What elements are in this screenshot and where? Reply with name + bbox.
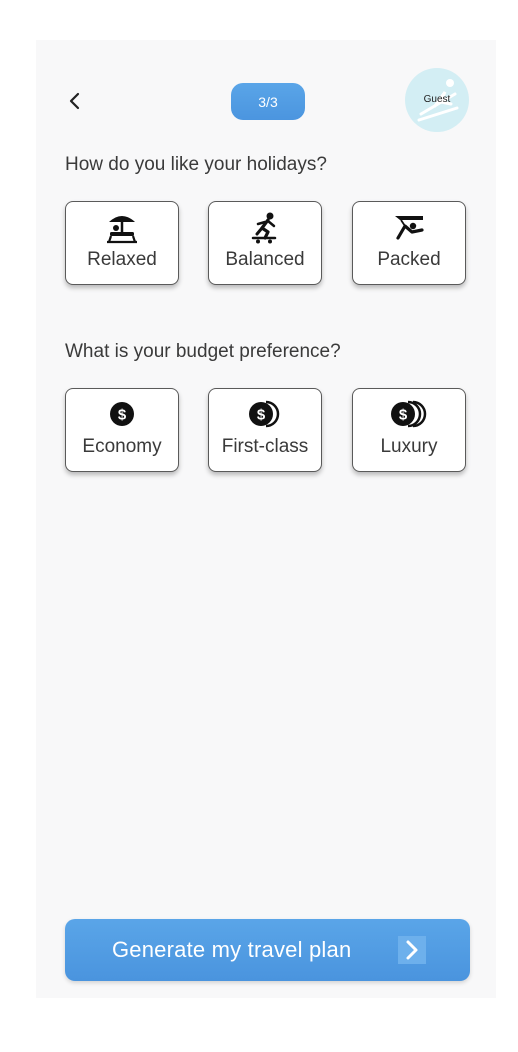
svg-text:$: $ — [257, 407, 266, 424]
option-packed[interactable]: Packed — [352, 201, 466, 285]
app-screen: 3/3 Guest How do you like your holidays?… — [36, 40, 496, 998]
back-button[interactable] — [64, 90, 86, 112]
avatar[interactable]: Guest — [405, 68, 469, 132]
holidays-question: How do you like your holidays? — [65, 154, 327, 175]
option-label: Economy — [82, 436, 162, 457]
avatar-label: Guest — [423, 94, 451, 105]
skateboarder-icon — [251, 212, 277, 244]
dollar-coins-icon: $ — [249, 400, 280, 428]
generate-plan-button[interactable]: Generate my travel plan — [65, 919, 470, 981]
chevron-left-icon — [69, 92, 80, 110]
option-balanced[interactable]: Balanced — [208, 201, 322, 285]
option-luxury[interactable]: $ Luxury — [352, 388, 466, 472]
option-label: Relaxed — [87, 249, 157, 270]
option-label: Balanced — [225, 249, 305, 270]
option-label: Packed — [377, 249, 441, 270]
budget-question: What is your budget preference? — [65, 341, 341, 362]
dollar-coins-stack-icon: $ — [391, 400, 427, 428]
chevron-right-icon — [398, 936, 426, 964]
option-economy[interactable]: $ Economy — [65, 388, 179, 472]
option-label: First-class — [221, 436, 309, 457]
hang-glider-icon — [395, 216, 424, 240]
beach-umbrella-icon — [107, 216, 137, 244]
option-label: Luxury — [380, 436, 438, 457]
option-first-class[interactable]: $ First-class — [208, 388, 322, 472]
dollar-coin-icon: $ — [110, 402, 134, 426]
step-indicator: 3/3 — [231, 83, 305, 120]
option-relaxed[interactable]: Relaxed — [65, 201, 179, 285]
generate-plan-label: Generate my travel plan — [112, 937, 352, 962]
svg-text:$: $ — [118, 407, 127, 424]
svg-text:$: $ — [399, 407, 408, 424]
